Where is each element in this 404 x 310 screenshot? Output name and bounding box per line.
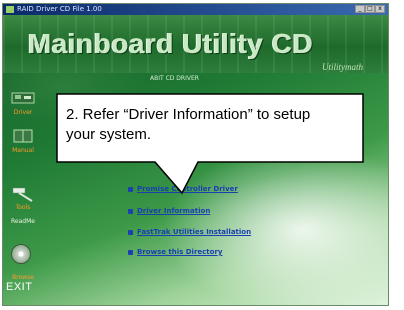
callout-balloon (56, 93, 364, 195)
callout-text: 2. Refer “Driver Information” to setup y… (66, 106, 311, 143)
